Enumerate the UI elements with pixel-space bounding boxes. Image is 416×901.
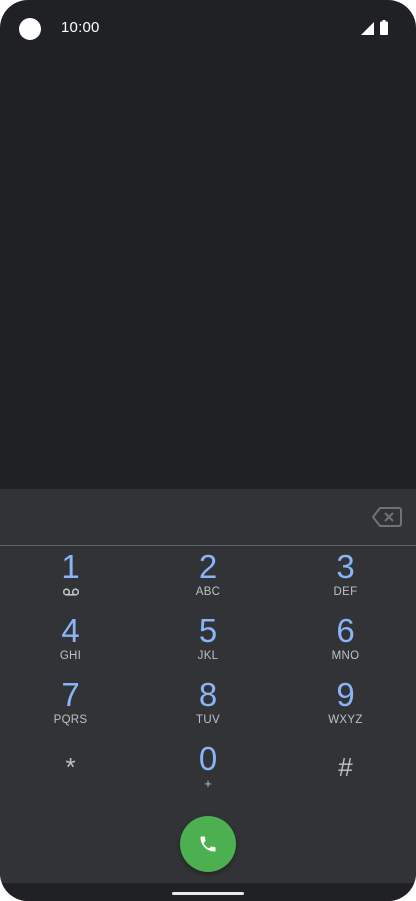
divider [0,545,416,546]
key-0[interactable]: 0 + [141,739,275,803]
navigation-bar [0,883,416,901]
key-8[interactable]: 8 TUV [141,675,275,739]
key-digit: 3 [336,548,355,585]
key-digit: 4 [61,612,80,649]
backspace-icon[interactable] [372,505,402,529]
key-letters: MNO [331,650,360,662]
key-letters: TUV [196,714,220,726]
home-handle[interactable] [172,892,244,895]
key-letters: GHI [59,650,82,662]
key-star[interactable]: * [0,739,141,803]
key-3[interactable]: 3 DEF [275,547,416,611]
key-1[interactable]: 1 [0,547,141,611]
key-digit: 1 [61,548,80,585]
keypad: 1 2 ABC 3 DEF 4 GHI 5 JKL 6 MNO 7 PQRS 8… [0,547,416,807]
call-button[interactable] [180,816,236,872]
key-5[interactable]: 5 JKL [141,611,275,675]
voicemail-icon [62,588,79,596]
key-letters: PQRS [53,714,88,726]
key-6[interactable]: 6 MNO [275,611,416,675]
key-digit: 8 [198,676,218,713]
key-2[interactable]: 2 ABC [141,547,275,611]
key-letters: + [204,776,212,791]
key-digit: 9 [336,676,355,713]
key-symbol: * [65,752,76,782]
key-letters: DEF [333,586,358,598]
key-digit: 6 [336,612,355,649]
key-7[interactable]: 7 PQRS [0,675,141,739]
key-digit: 2 [198,548,218,585]
key-4[interactable]: 4 GHI [0,611,141,675]
key-9[interactable]: 9 WXYZ [275,675,416,739]
key-letters: WXYZ [328,714,363,726]
status-bar: 10:00 [0,0,416,56]
key-hash[interactable]: # [275,739,416,803]
phone-screen: 10:00 1 2 ABC 3 DEF 4 GHI 5 JKL 6 MNO 7 … [0,0,416,901]
key-letters: JKL [197,650,219,662]
signal-icon [361,22,374,35]
camera-dot [19,18,41,40]
key-digit: 5 [198,612,218,649]
clock: 10:00 [61,19,100,36]
key-digit: 7 [61,676,80,713]
phone-number-field[interactable] [0,489,416,545]
battery-icon [380,20,388,35]
phone-icon [200,836,216,852]
key-letters: ABC [195,586,221,598]
key-symbol: # [338,752,353,782]
dialpad-panel: 1 2 ABC 3 DEF 4 GHI 5 JKL 6 MNO 7 PQRS 8… [0,489,416,901]
key-digit: 0 [198,740,218,777]
